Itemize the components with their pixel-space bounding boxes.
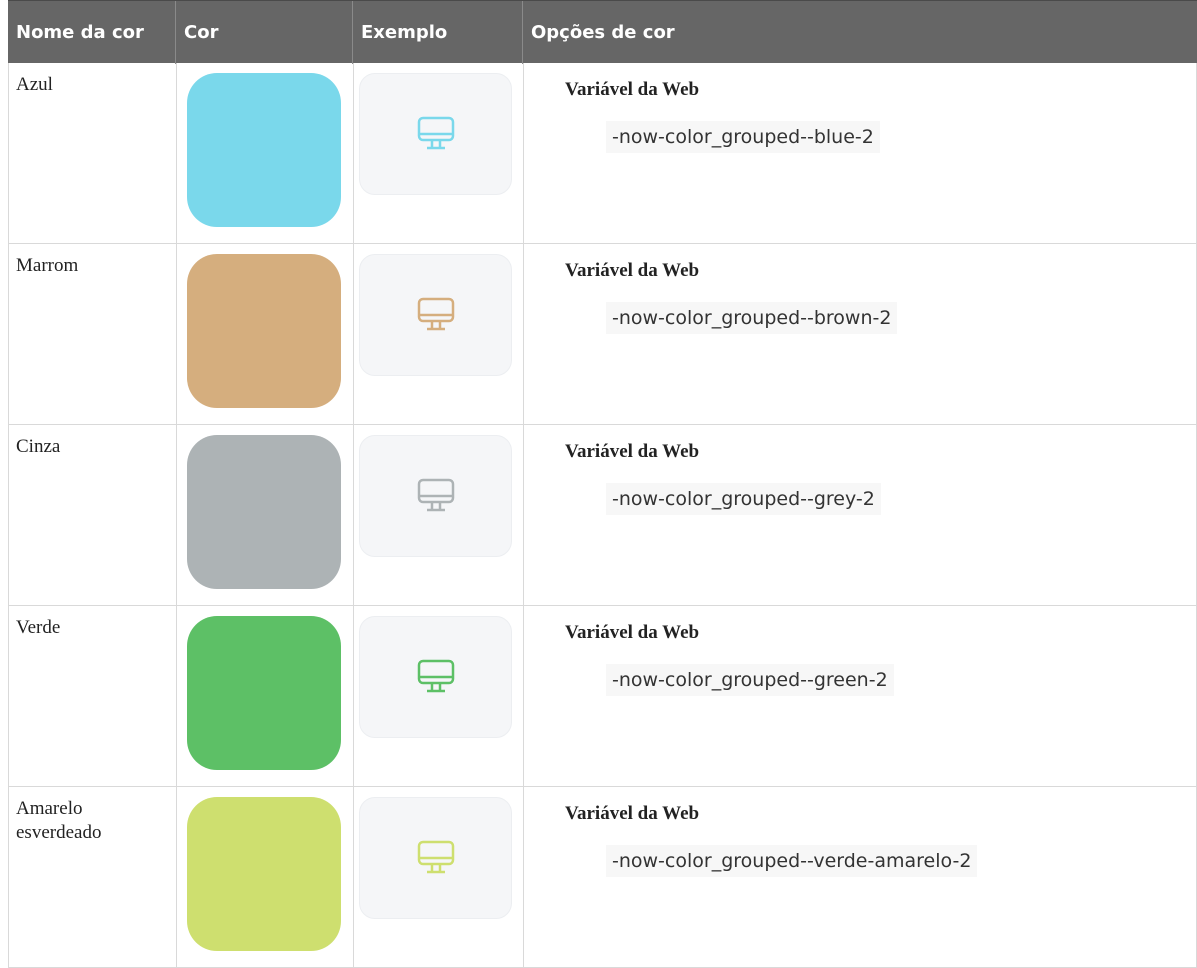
column-divider xyxy=(176,244,177,424)
monitor-icon xyxy=(417,116,455,150)
color-swatch xyxy=(187,797,341,951)
monitor-icon xyxy=(417,297,455,331)
column-divider xyxy=(523,63,524,243)
example-preview xyxy=(359,797,512,919)
header-color: Cor xyxy=(176,1,353,64)
column-divider xyxy=(523,787,524,967)
web-variable-code: -now-color_grouped--blue-2 xyxy=(606,121,880,153)
column-divider xyxy=(8,425,9,605)
column-divider xyxy=(8,787,9,967)
column-divider xyxy=(523,606,524,786)
column-divider xyxy=(8,63,9,243)
color-name: Verde xyxy=(16,617,61,638)
monitor-icon xyxy=(417,659,455,693)
column-divider xyxy=(353,63,354,243)
column-divider xyxy=(176,606,177,786)
example-preview xyxy=(359,616,512,738)
web-variable-code: -now-color_grouped--brown-2 xyxy=(606,302,898,334)
web-variable-code: -now-color_grouped--grey-2 xyxy=(606,483,881,515)
color-swatch xyxy=(187,73,341,227)
color-name: Amarelo esverdeado xyxy=(16,798,102,843)
example-preview xyxy=(359,435,512,557)
table-header: Nome da cor Cor Exemplo Opções de cor xyxy=(8,0,1197,64)
table-row: Verde Variável da Web -now-color_grouped--… xyxy=(8,606,1197,787)
color-name: Cinza xyxy=(16,436,61,457)
web-variable-label: Variável da Web xyxy=(565,260,700,281)
header-color-options: Opções de cor xyxy=(531,22,675,43)
column-divider xyxy=(176,63,177,243)
header-example: Exemplo xyxy=(353,1,523,64)
web-variable-label: Variável da Web xyxy=(565,441,700,462)
column-divider xyxy=(176,787,177,967)
color-name: Marrom xyxy=(16,255,79,276)
web-variable-label: Variável da Web xyxy=(565,803,700,824)
column-divider xyxy=(353,425,354,605)
monitor-icon xyxy=(417,840,455,874)
table-row: Marrom Variável da Web -now-color_grouped-… xyxy=(8,244,1197,425)
header-color-name: Nome da cor xyxy=(8,1,176,64)
column-divider xyxy=(353,244,354,424)
column-divider xyxy=(353,787,354,967)
column-divider xyxy=(523,425,524,605)
example-preview xyxy=(359,73,512,195)
web-variable-code: -now-color_grouped--verde-amarelo-2 xyxy=(606,845,978,877)
table-row: Cinza Variável da Web -now-color_grouped--… xyxy=(8,425,1197,606)
color-swatch xyxy=(187,435,341,589)
example-preview xyxy=(359,254,512,376)
table-row: Azul Variável da Web -now-color_grouped--b… xyxy=(8,63,1197,244)
column-divider xyxy=(523,244,524,424)
table-row: Amarelo esverdeado Variável da Web -now-co… xyxy=(8,787,1197,968)
column-divider xyxy=(8,244,9,424)
color-name: Azul xyxy=(16,74,53,95)
color-swatch xyxy=(187,254,341,408)
column-divider xyxy=(176,425,177,605)
column-divider xyxy=(353,606,354,786)
web-variable-label: Variável da Web xyxy=(565,79,700,100)
web-variable-label: Variável da Web xyxy=(565,622,700,643)
monitor-icon xyxy=(417,478,455,512)
color-swatch xyxy=(187,616,341,770)
web-variable-code: -now-color_grouped--green-2 xyxy=(606,664,894,696)
column-divider xyxy=(8,606,9,786)
